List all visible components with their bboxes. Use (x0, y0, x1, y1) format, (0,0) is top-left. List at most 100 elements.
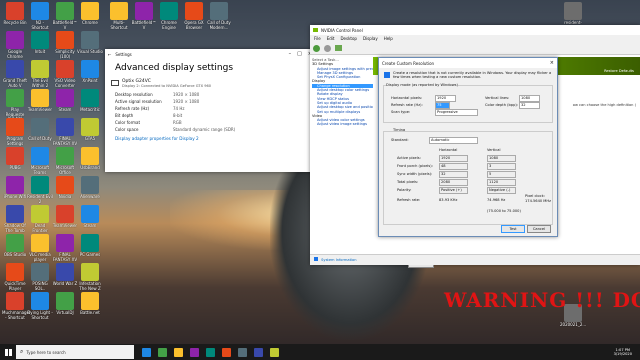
desktop-icon[interactable]: UsbBrand (77, 147, 103, 171)
app-icon (81, 176, 99, 194)
desktop-icon[interactable]: Chrome Engine (156, 2, 182, 30)
desktop-icon[interactable]: GTA5 (77, 118, 103, 142)
desktop-icon[interactable]: Opera GX Browser (181, 2, 207, 30)
forward-button[interactable] (324, 44, 331, 52)
desktop-icon[interactable]: Alienware (77, 176, 103, 200)
desktop-icon[interactable]: POSING SOL.. (27, 263, 53, 291)
file-explorer-icon[interactable] (173, 347, 183, 357)
task-link[interactable]: Adjust desktop size and position (312, 105, 375, 109)
app-icon (6, 292, 24, 310)
refresh-rate-label: Refresh rate (Hz): (391, 103, 423, 107)
desktop-icon[interactable]: Simplicity (100) (52, 31, 78, 59)
desktop-icon-label: TeamViewer (52, 223, 78, 228)
desktop-icon[interactable]: Call of Duty Modern... (206, 2, 232, 30)
app-icon (31, 176, 49, 194)
desktop-icon[interactable]: PC Games (77, 234, 103, 258)
desktop-icon[interactable]: Call of Duty (27, 118, 53, 142)
app-icon (81, 234, 99, 252)
desktop-icon[interactable]: Intuit (27, 31, 53, 55)
desktop-icon[interactable]: N2 - Shortcut (27, 2, 53, 30)
desktop-icon[interactable]: PUBG (2, 147, 28, 171)
desktop-icon[interactable]: VirtualDJ (52, 292, 78, 316)
desktop-icon[interactable]: OBS Studio (2, 234, 28, 258)
dialog-info-text: Create a resolution that is not currentl… (393, 71, 552, 80)
desktop-icon[interactable]: Recycle Bin (2, 2, 28, 26)
app-icon (6, 205, 24, 223)
desktop-icon[interactable]: TeamViewer (27, 89, 53, 113)
desktop-icon[interactable]: Visual Studio (77, 31, 103, 55)
test-button[interactable]: Test (501, 225, 525, 233)
mail-icon[interactable] (205, 347, 215, 357)
desktop-icon[interactable]: Steam (52, 89, 78, 113)
desktop-icon[interactable]: Metacritic (77, 89, 103, 113)
desktop-icon[interactable]: Steam (77, 205, 103, 229)
horizontal-pixels-input[interactable]: 1920 (435, 95, 456, 102)
minimize-icon[interactable]: – (289, 51, 292, 57)
desktop-icon[interactable]: Google Chrome (2, 31, 28, 59)
desktop-icon[interactable]: Microsoft Teams (27, 147, 53, 175)
desktop-icon[interactable]: Grand Theft Auto V (2, 60, 28, 88)
desktop-icon[interactable]: The Evil Within 2 (27, 60, 53, 88)
desktop-icon[interactable]: FINAL FANTASY XV (52, 118, 78, 146)
nvidia-titlebar: NVIDIA Control Panel (310, 25, 640, 35)
desktop-icon[interactable]: Muchmanager - Shortcut (2, 292, 31, 320)
menu-item-display[interactable]: Display (363, 36, 378, 41)
timing-vertical-value: 1080 (487, 155, 516, 162)
clock[interactable]: 1:07 PM 3/19/2020 (614, 348, 632, 357)
display-adapter-link[interactable]: Display adapter properties for Display 2 (115, 136, 315, 141)
menu-item-edit[interactable]: Edit (327, 36, 335, 41)
desktop-icon[interactable]: VSO Video Converter (52, 60, 78, 88)
settings-icon[interactable] (269, 347, 279, 357)
refresh-rate-input[interactable]: 75 (435, 102, 450, 109)
windows-start-icon[interactable] (0, 344, 16, 360)
back-button[interactable] (313, 44, 320, 52)
desktop-icon[interactable]: Program Settings (2, 118, 28, 146)
desktop-icon[interactable]: FINAL FANTASY XV (52, 234, 78, 262)
home-icon[interactable] (335, 45, 342, 51)
desktop-icon[interactable]: Resident Evil 2 (27, 176, 53, 204)
dialog-close-icon[interactable]: × (550, 60, 554, 66)
maximize-icon[interactable]: □ (297, 51, 302, 57)
desktop-icon[interactable]: Battle.net (77, 292, 103, 316)
desktop-icon[interactable]: VLC media player (27, 234, 53, 262)
desktop-icon-label: Simplicity (100) (55, 49, 75, 59)
menu-item-help[interactable]: Help (384, 36, 393, 41)
desktop-icon[interactable]: Shadow Of The Tomb (2, 205, 28, 233)
desktop-icon[interactable]: Chrome (77, 2, 103, 26)
nvidia-icon[interactable] (253, 347, 263, 357)
display-info-key: Color format (115, 120, 141, 125)
desktop-icon[interactable]: Play Requeste (64-bit) (2, 89, 28, 122)
desktop-icon[interactable]: TeamViewer (52, 205, 78, 229)
desktop-icon[interactable]: iPhone Wifi (2, 176, 28, 200)
desktop-icon[interactable]: Dead Frontier (27, 205, 53, 233)
desktop-icon[interactable]: Nvidia (52, 176, 78, 200)
restore-defaults-link[interactable]: Restore Defaults (602, 68, 636, 74)
desktop-icon[interactable]: Multi-Shortcut (106, 2, 132, 30)
desktop-icon[interactable]: Infestation The New Z (77, 263, 103, 291)
chrome-icon[interactable] (221, 347, 231, 357)
desktop-icon[interactable]: Microsoft Office (52, 147, 78, 175)
scan-type-select[interactable]: Progressive (435, 109, 478, 116)
vertical-lines-input[interactable]: 1080 (519, 95, 540, 102)
desktop-icon[interactable]: Battlefield™ V (131, 2, 157, 30)
store-icon[interactable] (189, 347, 199, 357)
standard-select[interactable]: Automatic (429, 137, 478, 144)
back-arrow-icon[interactable]: ← (108, 52, 111, 57)
task-view-icon[interactable] (141, 347, 151, 357)
app-icon (56, 205, 74, 223)
app-icon (31, 147, 49, 165)
color-depth-select[interactable]: 32 (519, 102, 540, 109)
system-information-link[interactable]: System Information (321, 258, 356, 262)
desktop-icon[interactable]: Battlefield™ V (52, 2, 78, 30)
edge-icon[interactable] (157, 347, 167, 357)
search-box[interactable]: ⌕ Type here to search (16, 345, 134, 359)
task-link[interactable]: Adjust video image settings (312, 122, 374, 126)
menu-item-file[interactable]: File (314, 36, 321, 41)
desktop-icon[interactable]: World War Z (52, 263, 78, 287)
steam-icon[interactable] (237, 347, 247, 357)
desktop-icon[interactable]: Dying Light - Shortcut (27, 292, 53, 320)
cancel-button[interactable]: Cancel (527, 225, 551, 233)
desktop-icon[interactable]: QuickTime Player (2, 263, 28, 291)
menu-item-desktop[interactable]: Desktop (340, 36, 357, 41)
desktop-icon[interactable]: XnPaint (77, 60, 103, 84)
